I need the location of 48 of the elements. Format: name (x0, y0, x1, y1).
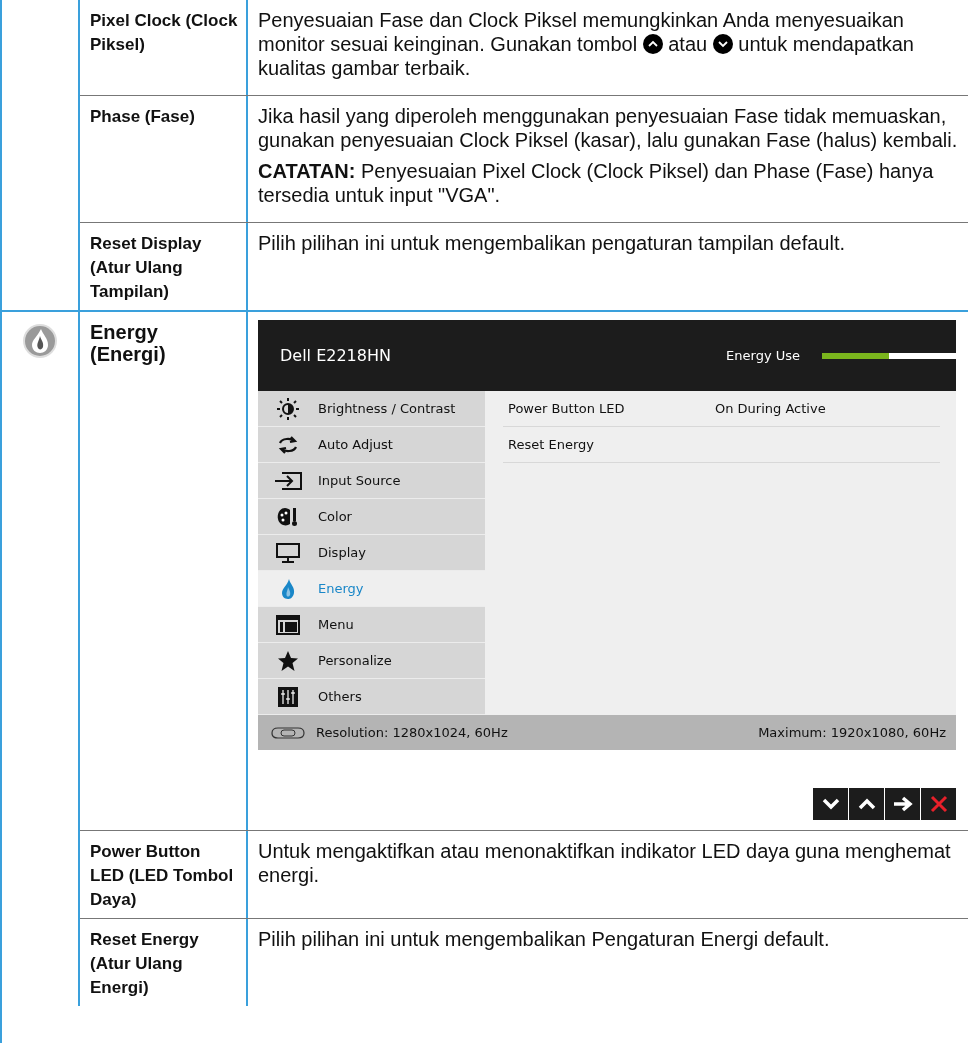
description-text: Pilih pilihan ini untuk mengembalikan Pengaturan Energi default. (258, 927, 831, 951)
sun-icon (277, 397, 299, 420)
close-icon (929, 795, 948, 813)
option-label: Reset Display (Atur Ulang Tampilan) (90, 233, 203, 303)
setting-name[interactable]: Power Button LED (508, 401, 715, 416)
chevron-down-icon (821, 798, 840, 810)
close-button[interactable] (921, 788, 956, 820)
resolution-text: Resolution: 1280x1024, 60Hz (316, 725, 509, 740)
menu-item[interactable]: Brightness / Contrast (258, 391, 485, 427)
input-icon (274, 471, 302, 490)
option-label: Pixel Clock (Clock Piksel) (90, 10, 238, 56)
model-name: Dell E2218HN (280, 346, 392, 365)
up-button[interactable] (849, 788, 884, 820)
down-button-icon (712, 34, 733, 54)
up-button-icon (642, 34, 663, 54)
down-button[interactable] (813, 788, 848, 820)
chevron-up-icon (857, 798, 876, 810)
menu-item[interactable]: Menu (258, 607, 485, 643)
palette-icon (277, 506, 299, 527)
meter-label: Energy Use (726, 348, 800, 363)
option-label: Phase (Fase) (90, 106, 196, 128)
flame-icon (280, 577, 296, 600)
arrow-right-icon (892, 796, 913, 812)
option-label: Reset Energy (Atur Ulang Energi) (90, 929, 200, 999)
sliders-icon (278, 686, 298, 707)
star-icon (277, 649, 299, 672)
menu-item[interactable]: Personalize (258, 643, 485, 679)
setting-name[interactable]: Reset Energy (508, 437, 715, 452)
menu-item[interactable]: Color (258, 499, 485, 535)
window-icon (276, 614, 300, 635)
vga-connector-icon (270, 725, 306, 740)
description-text: CATATAN: Penyesuaian Pixel Clock (Clock Piksel) dan Phase (Fase) hanya tersedia untuk input "VGA". (258, 159, 935, 207)
description-text: Untuk mengaktifkan atau menonaktifkan indikator LED daya guna menghemat energi. (258, 839, 952, 887)
swap-arrows-icon (277, 435, 299, 454)
menu-item[interactable]: Input Source (258, 463, 485, 499)
menu-item[interactable]: Auto Adjust (258, 427, 485, 463)
option-label: Power Button LED (LED Tombol Daya) (90, 841, 235, 911)
menu-item[interactable]: Display (258, 535, 485, 571)
flame-icon (25, 326, 55, 356)
setting-value: On During Active (715, 401, 826, 416)
description-text: Penyesuaian Fase dan Clock Piksel memungkinkan Anda menyesuaikan monitor sesuai keinginan. Gunakan tombol atau untuk mendapatkan kualitas gambar terbaik. (258, 8, 915, 80)
maximum-resolution-text: Maximum: 1920x1080, 60Hz (758, 725, 946, 740)
right-button[interactable] (885, 788, 920, 820)
description-text: Jika hasil yang diperoleh menggunakan penyesuaian Fase tidak memuaskan, gunakan penyesuaian Clock Piksel (kasar), lalu gunakan Fase (halus) kembali. (258, 104, 958, 152)
description-text: Pilih pilihan ini untuk mengembalikan pengaturan tampilan default. (258, 231, 847, 255)
monitor-icon (276, 542, 300, 563)
section-title: Energy (Energi) (90, 321, 167, 365)
menu-item[interactable]: Others (258, 679, 485, 715)
